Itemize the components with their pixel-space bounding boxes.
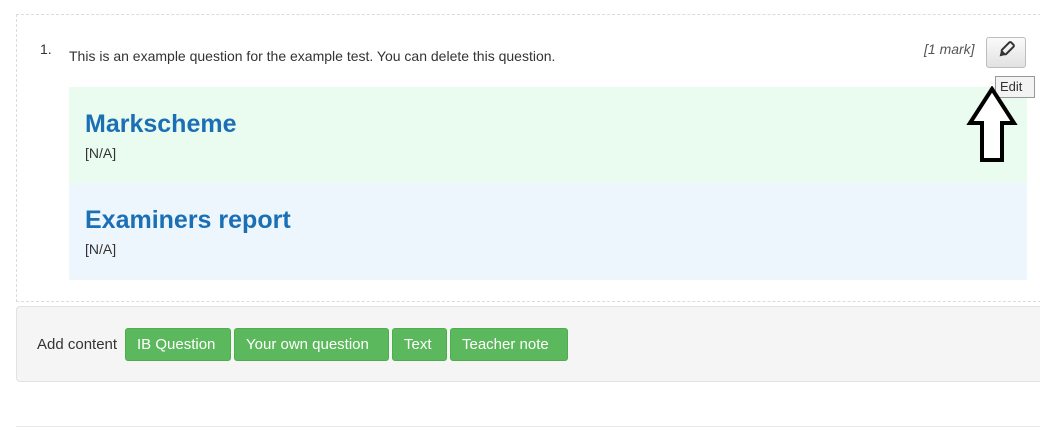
examiners-report-heading: Examiners report <box>85 206 291 234</box>
up-arrow-annotation-icon <box>966 85 1018 169</box>
add-teacher-note-button[interactable]: Teacher note <box>450 328 568 361</box>
add-content-bar: Add content IB Question Your own questio… <box>16 306 1040 382</box>
question-marks: [1 mark] <box>924 41 975 57</box>
question-number: 1. <box>40 41 52 57</box>
examiners-report-section: Examiners report [N/A] <box>69 183 1027 280</box>
edit-question-button[interactable] <box>986 37 1026 68</box>
question-panel: 1. This is an example question for the e… <box>16 14 1040 302</box>
markscheme-value: [N/A] <box>85 145 117 161</box>
divider <box>16 426 1040 427</box>
add-text-button[interactable]: Text <box>392 328 447 361</box>
examiners-report-value: [N/A] <box>85 241 117 257</box>
add-content-label: Add content <box>37 336 118 353</box>
markscheme-heading: Markscheme <box>85 110 237 138</box>
add-own-question-button[interactable]: Your own question <box>234 328 389 361</box>
question-text: This is an example question for the exam… <box>69 48 556 64</box>
add-ib-question-button[interactable]: IB Question <box>125 328 231 361</box>
pencil-icon <box>996 40 1016 65</box>
markscheme-section: Markscheme [N/A] <box>69 87 1027 183</box>
